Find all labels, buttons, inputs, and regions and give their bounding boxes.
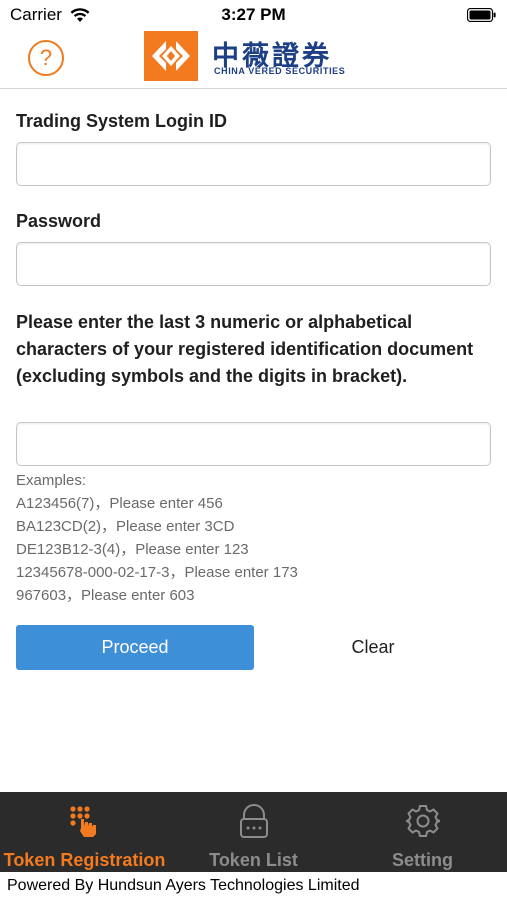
status-bar: Carrier 3:27 PM xyxy=(0,0,507,30)
tab-bar: Token Registration Token List Setting xyxy=(0,792,507,872)
password-label: Password xyxy=(16,211,102,231)
tab-token-list[interactable]: Token List xyxy=(169,792,338,872)
brand-logo-mark xyxy=(144,31,198,81)
example-line: 12345678-000-02-17-3，Please enter 173 xyxy=(16,564,298,581)
battery-icon xyxy=(467,8,496,22)
lock-icon xyxy=(239,804,268,838)
brand-arrows-icon xyxy=(152,41,190,71)
example-line: BA123CD(2)，Please enter 3CD xyxy=(16,518,235,535)
tab-label: Token Registration xyxy=(3,850,166,870)
tab-token-registration[interactable]: Token Registration xyxy=(0,792,169,872)
password-input[interactable] xyxy=(16,242,491,286)
brand-name-english: CHINA VĔRED SECURITIES xyxy=(214,66,346,76)
tab-label: Token List xyxy=(209,850,298,870)
example-line: DE123B12-3(4)，Please enter 123 xyxy=(16,541,249,558)
id-digits-input[interactable] xyxy=(16,422,491,466)
clear-button[interactable]: Clear xyxy=(254,625,492,670)
tab-setting[interactable]: Setting xyxy=(338,792,507,872)
keypad-hand-icon xyxy=(69,806,96,837)
wifi-icon xyxy=(70,7,90,22)
id-instructions: Please enter the last 3 numeric or alpha… xyxy=(16,312,474,386)
footer-credit: Powered By Hundsun Ayers Technologies Li… xyxy=(0,872,507,900)
proceed-button[interactable]: Proceed xyxy=(16,625,254,670)
example-line: A123456(7)，Please enter 456 xyxy=(16,495,223,512)
screen: Carrier 3:27 PM ? 中薇證券 CHINA VĔRED SECUR… xyxy=(0,0,507,900)
examples-list: Examples: A123456(7)，Please enter 456 BA… xyxy=(16,469,486,607)
gear-icon xyxy=(405,805,440,837)
tab-label: Setting xyxy=(392,850,453,870)
login-id-label: Trading System Login ID xyxy=(16,111,228,131)
carrier-label: Carrier xyxy=(10,5,62,24)
help-button[interactable]: ? xyxy=(28,40,64,76)
question-icon: ? xyxy=(39,45,53,70)
examples-heading: Examples: xyxy=(16,472,87,489)
status-left: Carrier xyxy=(0,5,90,25)
app-header: ? 中薇證券 CHINA VĔRED SECURITIES xyxy=(0,30,507,89)
status-right xyxy=(467,8,507,22)
login-id-input[interactable] xyxy=(16,142,491,186)
example-line: 967603，Please enter 603 xyxy=(16,587,195,604)
